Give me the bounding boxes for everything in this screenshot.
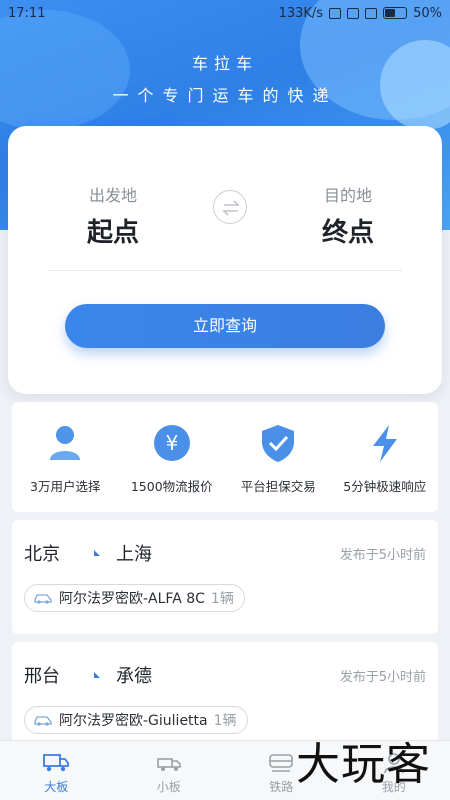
publish-time: 发布于5小时前 bbox=[339, 670, 426, 685]
feature-label: 平台担保交易 bbox=[240, 479, 316, 494]
car-model: 阿尔法罗密欧-Giulietta bbox=[59, 713, 208, 729]
car-model: 阿尔法罗密欧-ALFA 8C bbox=[59, 591, 205, 607]
tab-small-board[interactable]: 小板 bbox=[113, 741, 226, 800]
status-bar: 17:11 133K/s 50% bbox=[0, 0, 450, 26]
publish-time: 发布于5小时前 bbox=[339, 548, 426, 563]
arrow-icon bbox=[80, 550, 100, 556]
origin-selector[interactable]: 出发地 起点 bbox=[43, 182, 183, 249]
destination-value: 终点 bbox=[321, 218, 374, 248]
route-cities: 北京 上海 bbox=[24, 540, 152, 566]
signal-icon bbox=[329, 7, 342, 19]
tab-big-board[interactable]: 大板 bbox=[0, 741, 113, 800]
from-city: 邢台 bbox=[24, 666, 60, 687]
wifi-icon bbox=[365, 7, 378, 19]
route-card: 出发地 起点 目的地 终点 立即查询 bbox=[8, 126, 442, 394]
car-icon bbox=[34, 594, 52, 604]
tab-label: 小板 bbox=[156, 780, 181, 794]
feature-label: 1500物流报价 bbox=[130, 479, 213, 494]
big-truck-icon bbox=[43, 754, 70, 772]
battery-icon bbox=[383, 7, 408, 19]
feature-label: 5分钟极速响应 bbox=[343, 479, 427, 494]
destination-selector[interactable]: 目的地 终点 bbox=[278, 182, 418, 249]
car-count: 1辆 bbox=[210, 591, 234, 607]
status-time: 17:11 bbox=[8, 5, 46, 21]
origin-value: 起点 bbox=[86, 218, 139, 248]
arrow-icon bbox=[80, 672, 100, 678]
car-chip: 阿尔法罗密欧-ALFA 8C 1辆 bbox=[24, 584, 245, 612]
tab-label: 大板 bbox=[44, 780, 69, 794]
feature-label: 3万用户选择 bbox=[30, 479, 101, 494]
app-subtitle: 一个专门运车的快递 bbox=[112, 86, 338, 105]
swap-icon[interactable] bbox=[213, 190, 247, 224]
car-icon bbox=[34, 716, 52, 726]
from-city: 北京 bbox=[24, 544, 60, 565]
feature-guarantee: 平台担保交易 bbox=[225, 402, 332, 512]
slogan: 车拉车 一个专门运车的快递 bbox=[0, 50, 450, 106]
tab-label: 铁路 bbox=[269, 780, 294, 794]
svg-text:¥: ¥ bbox=[165, 431, 178, 455]
feature-quotes: ¥ 1500物流报价 bbox=[119, 402, 226, 512]
small-truck-icon bbox=[156, 758, 181, 771]
net-speed: 133K/s bbox=[278, 5, 324, 21]
to-city: 上海 bbox=[116, 544, 152, 565]
route-cities: 邢台 承德 bbox=[24, 662, 152, 688]
to-city: 承德 bbox=[116, 666, 152, 687]
train-icon bbox=[269, 754, 294, 772]
features-panel: 3万用户选择 ¥ 1500物流报价 平台担保交易 5分钟极速响应 bbox=[12, 402, 438, 512]
feature-users: 3万用户选择 bbox=[12, 402, 119, 512]
divider bbox=[48, 270, 402, 271]
yuan-icon: ¥ bbox=[153, 425, 190, 461]
watermark-logo: 大玩客 bbox=[296, 739, 431, 790]
order-card[interactable]: 北京 上海 发布于5小时前 阿尔法罗密欧-ALFA 8C 1辆 bbox=[12, 520, 438, 634]
battery-level: 50% bbox=[413, 5, 442, 21]
signal-icon bbox=[347, 7, 360, 19]
destination-label: 目的地 bbox=[323, 186, 372, 205]
query-button[interactable]: 立即查询 bbox=[65, 304, 385, 348]
shield-check-icon bbox=[262, 425, 295, 462]
app-title: 车拉车 bbox=[191, 54, 258, 73]
lightning-icon bbox=[372, 425, 397, 462]
car-chip: 阿尔法罗密欧-Giulietta 1辆 bbox=[24, 706, 248, 734]
feature-speed: 5分钟极速响应 bbox=[332, 402, 439, 512]
origin-label: 出发地 bbox=[88, 186, 137, 205]
user-icon bbox=[50, 426, 81, 460]
car-count: 1辆 bbox=[213, 713, 237, 729]
